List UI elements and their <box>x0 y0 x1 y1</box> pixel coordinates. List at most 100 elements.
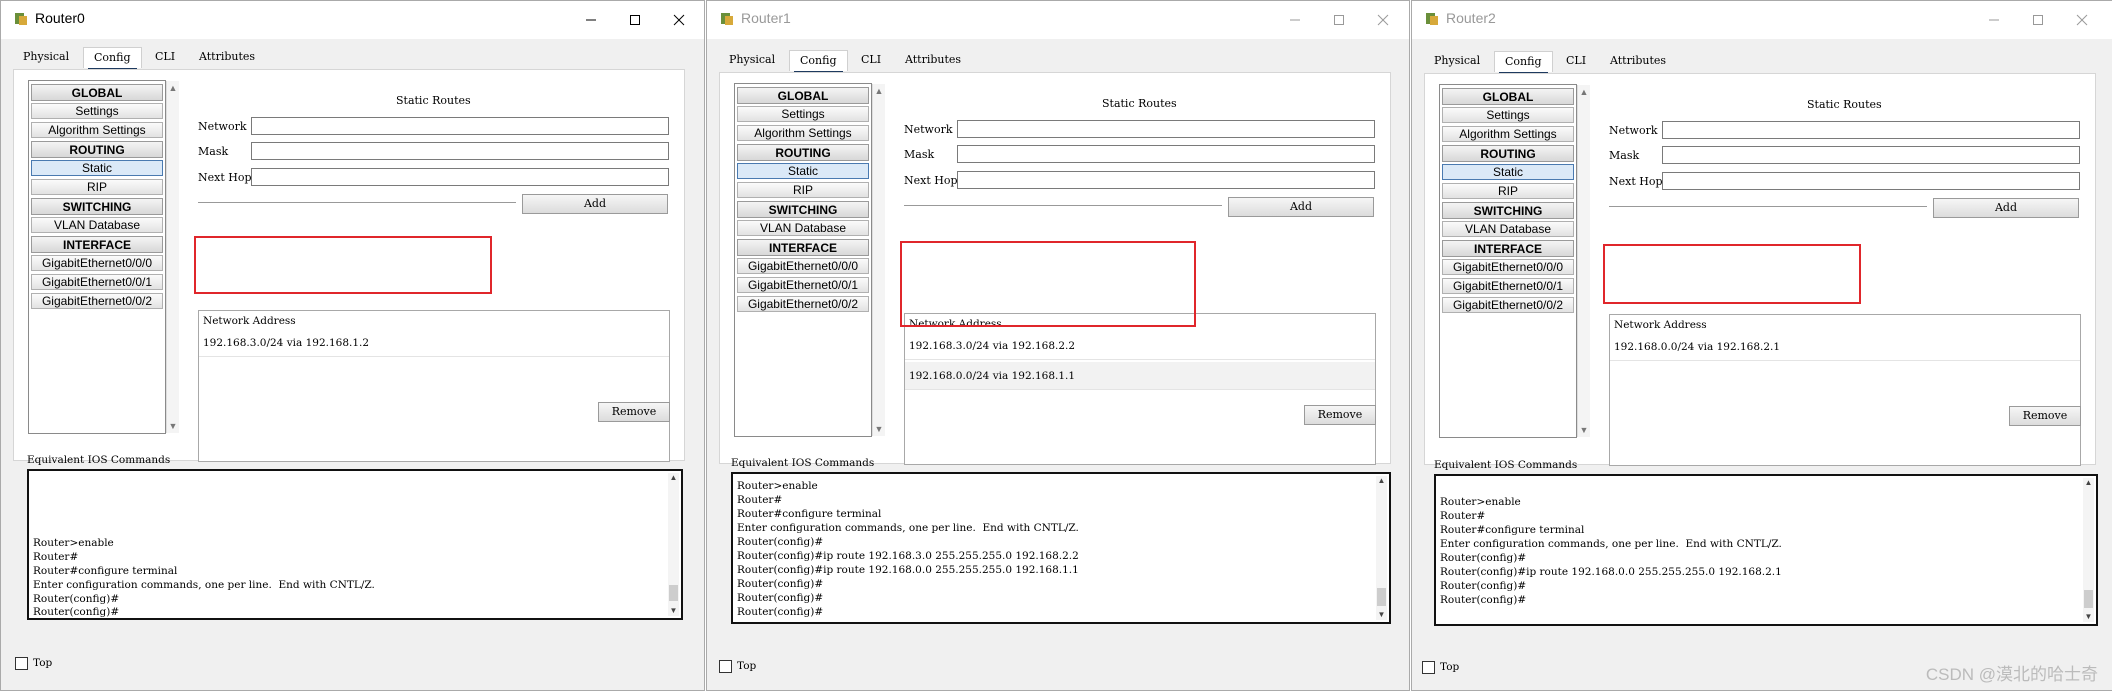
nav-item-gi0-0-1[interactable]: GigabitEthernet0/0/1 <box>1442 278 1574 294</box>
tab-cli[interactable]: CLI <box>145 47 186 67</box>
nav-item-settings[interactable]: Settings <box>1442 107 1574 123</box>
nav-item-gi0-0-2[interactable]: GigabitEthernet0/0/2 <box>737 296 869 312</box>
next-hop-input[interactable] <box>1662 172 2080 190</box>
nav-item-gi0-0-0[interactable]: GigabitEthernet0/0/0 <box>737 258 869 274</box>
mask-input[interactable] <box>251 142 669 160</box>
add-button[interactable]: Add <box>1228 197 1374 217</box>
nav-item-gi0-0-0[interactable]: GigabitEthernet0/0/0 <box>1442 259 1574 275</box>
nav-item-settings[interactable]: Settings <box>31 103 163 119</box>
route-row-1[interactable]: 192.168.3.0/24 via 192.168.1.2 <box>199 329 669 357</box>
scroll-down-icon[interactable]: ▼ <box>874 424 884 434</box>
scroll-thumb[interactable] <box>2084 590 2093 608</box>
add-button[interactable]: Add <box>522 194 668 214</box>
scroll-up-icon[interactable]: ▲ <box>1376 476 1387 486</box>
ios-commands-console[interactable]: Router>enable Router# Router#configure t… <box>1434 474 2098 626</box>
route-row-1[interactable]: 192.168.0.0/24 via 192.168.2.1 <box>1610 333 2080 361</box>
scroll-down-icon[interactable]: ▼ <box>2083 612 2094 622</box>
tab-cli[interactable]: CLI <box>1556 51 1597 71</box>
scroll-down-icon[interactable]: ▼ <box>168 421 178 431</box>
nav-item-gi0-0-2[interactable]: GigabitEthernet0/0/2 <box>1442 297 1574 313</box>
title-bar[interactable]: Router1 <box>707 1 1409 39</box>
network-input[interactable] <box>957 120 1375 138</box>
scroll-down-icon[interactable]: ▼ <box>1579 425 1589 435</box>
console-scrollbar[interactable]: ▲ ▼ <box>668 473 679 616</box>
add-button[interactable]: Add <box>1933 198 2079 218</box>
nav-item-rip[interactable]: RIP <box>1442 183 1574 199</box>
scroll-down-icon[interactable]: ▼ <box>1376 610 1387 620</box>
maximize-icon[interactable] <box>2016 7 2060 33</box>
nav-item-static[interactable]: Static <box>737 163 869 179</box>
separator <box>198 202 516 204</box>
remove-button[interactable]: Remove <box>2009 406 2081 426</box>
console-line: Enter configuration commands, one per li… <box>737 522 1079 534</box>
console-scrollbar[interactable]: ▲ ▼ <box>1376 476 1387 620</box>
nav-item-static[interactable]: Static <box>1442 164 1574 180</box>
nav-item-gi0-0-1[interactable]: GigabitEthernet0/0/1 <box>737 277 869 293</box>
scroll-up-icon[interactable]: ▲ <box>2083 478 2094 488</box>
network-label: Network <box>1609 124 1658 137</box>
network-input[interactable] <box>1662 121 2080 139</box>
ios-commands-console[interactable]: Router>enable Router# Router#configure t… <box>731 472 1391 624</box>
top-checkbox[interactable] <box>15 657 28 670</box>
network-input[interactable] <box>251 117 669 135</box>
nav-item-gi0-0-2[interactable]: GigabitEthernet0/0/2 <box>31 293 163 309</box>
nav-scrollbar[interactable]: ▲ ▼ <box>166 81 179 433</box>
tab-config[interactable]: Config <box>83 47 142 71</box>
close-icon[interactable] <box>2060 7 2104 33</box>
next-hop-input[interactable] <box>251 168 669 186</box>
mask-input[interactable] <box>957 145 1375 163</box>
tab-attributes[interactable]: Attributes <box>1600 51 1677 71</box>
top-checkbox[interactable] <box>1422 661 1435 674</box>
tab-cli[interactable]: CLI <box>851 50 892 70</box>
tab-config[interactable]: Config <box>789 50 848 74</box>
minimize-icon[interactable] <box>569 7 613 33</box>
next-hop-input[interactable] <box>957 171 1375 189</box>
console-line: Router(config)# <box>1440 552 1527 564</box>
scroll-up-icon[interactable]: ▲ <box>168 83 178 93</box>
nav-scrollbar[interactable]: ▲ ▼ <box>872 84 885 436</box>
nav-item-algorithm-settings[interactable]: Algorithm Settings <box>1442 126 1574 142</box>
scroll-up-icon[interactable]: ▲ <box>668 473 679 483</box>
tab-physical[interactable]: Physical <box>13 47 80 67</box>
remove-button[interactable]: Remove <box>1304 405 1376 425</box>
maximize-icon[interactable] <box>613 7 657 33</box>
nav-item-rip[interactable]: RIP <box>31 179 163 195</box>
nav-item-rip[interactable]: RIP <box>737 182 869 198</box>
route-row-1[interactable]: 192.168.3.0/24 via 192.168.2.2 <box>905 332 1375 360</box>
title-bar[interactable]: Router0 <box>1 1 704 39</box>
tab-config[interactable]: Config <box>1494 51 1553 75</box>
static-routes-title: Static Routes <box>1102 97 1177 110</box>
scroll-thumb[interactable] <box>669 585 678 601</box>
nav-scrollbar[interactable]: ▲ ▼ <box>1577 85 1590 437</box>
nav-item-static[interactable]: Static <box>31 160 163 176</box>
scroll-up-icon[interactable]: ▲ <box>1579 87 1589 97</box>
tab-attributes[interactable]: Attributes <box>895 50 972 70</box>
scroll-up-icon[interactable]: ▲ <box>874 86 884 96</box>
tab-physical[interactable]: Physical <box>1424 51 1491 71</box>
minimize-icon[interactable] <box>1273 7 1317 33</box>
top-checkbox[interactable] <box>719 660 732 673</box>
nav-item-vlan-database[interactable]: VLAN Database <box>1442 221 1574 237</box>
minimize-icon[interactable] <box>1972 7 2016 33</box>
nav-item-vlan-database[interactable]: VLAN Database <box>737 220 869 236</box>
title-bar[interactable]: Router2 <box>1412 1 2112 39</box>
nav-item-gi0-0-0[interactable]: GigabitEthernet0/0/0 <box>31 255 163 271</box>
ios-commands-console[interactable]: Router>enable Router# Router#configure t… <box>27 469 683 620</box>
tab-physical[interactable]: Physical <box>719 50 786 70</box>
nav-item-gi0-0-1[interactable]: GigabitEthernet0/0/1 <box>31 274 163 290</box>
mask-input[interactable] <box>1662 146 2080 164</box>
nav-item-algorithm-settings[interactable]: Algorithm Settings <box>737 125 869 141</box>
close-icon[interactable] <box>1361 7 1405 33</box>
nav-item-settings[interactable]: Settings <box>737 106 869 122</box>
nav-item-vlan-database[interactable]: VLAN Database <box>31 217 163 233</box>
scroll-thumb[interactable] <box>1377 588 1386 606</box>
remove-button[interactable]: Remove <box>598 402 670 422</box>
nav-item-algorithm-settings[interactable]: Algorithm Settings <box>31 122 163 138</box>
maximize-icon[interactable] <box>1317 7 1361 33</box>
close-icon[interactable] <box>657 7 701 33</box>
tab-attributes[interactable]: Attributes <box>189 47 266 67</box>
scroll-down-icon[interactable]: ▼ <box>668 606 679 616</box>
console-scrollbar[interactable]: ▲ ▼ <box>2083 478 2094 622</box>
router-app-icon <box>721 13 733 25</box>
route-row-2[interactable]: 192.168.0.0/24 via 192.168.1.1 <box>905 362 1375 390</box>
